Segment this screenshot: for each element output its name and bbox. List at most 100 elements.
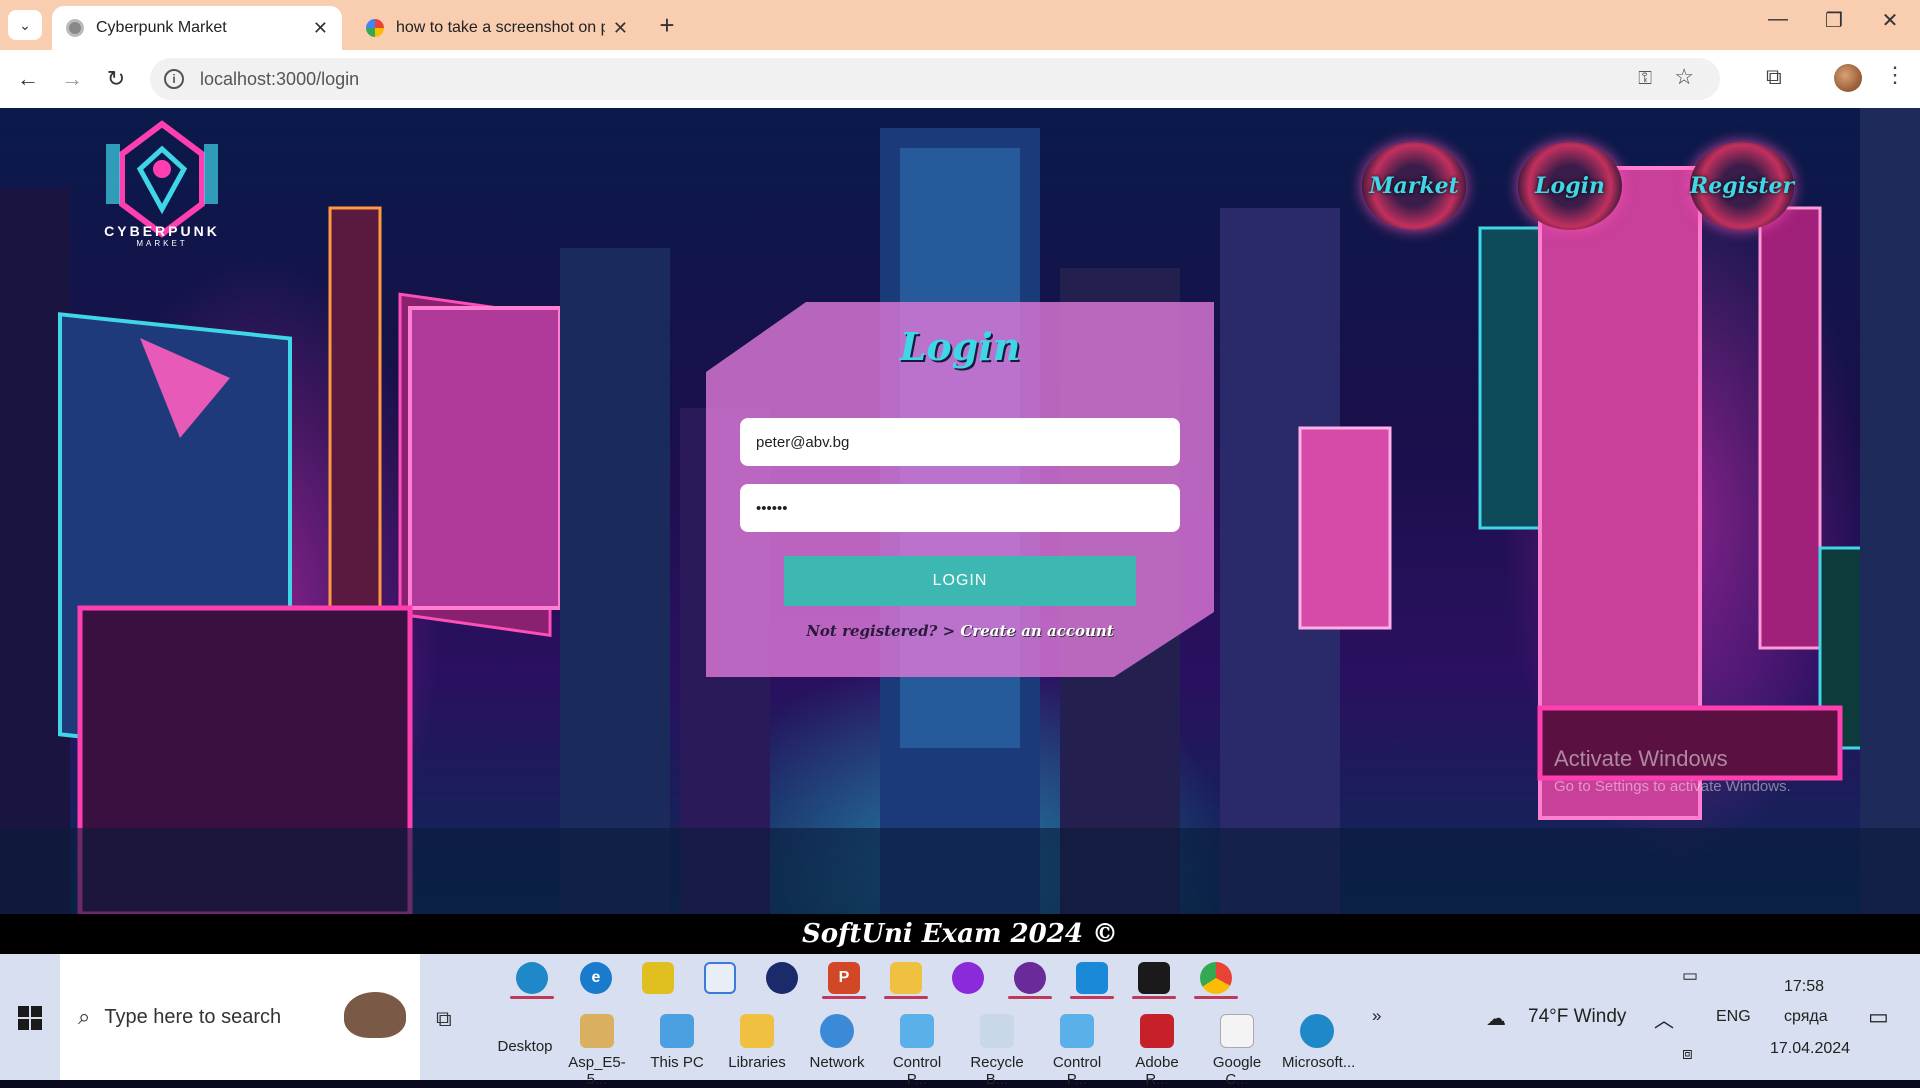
tab-screenshot-search[interactable]: how to take a screenshot on pc ✕ xyxy=(352,6,642,50)
computer-icon xyxy=(660,1014,694,1048)
globe-icon xyxy=(66,19,84,37)
nav-register-link[interactable]: Register xyxy=(1690,142,1794,230)
edge-icon xyxy=(1300,1014,1334,1048)
taskbar-search-box[interactable]: ⌕ Type here to search xyxy=(60,954,420,1080)
tab-title: how to take a screenshot on pc xyxy=(396,19,605,36)
adobe-reader-icon xyxy=(1140,1014,1174,1048)
clock-day[interactable]: сряда xyxy=(1784,1008,1828,1026)
close-tab-icon[interactable]: ✕ xyxy=(313,18,328,39)
terminal-icon[interactable] xyxy=(1138,962,1170,994)
task-view-icon[interactable]: ⧉ xyxy=(436,1006,452,1032)
close-tab-icon[interactable]: ✕ xyxy=(613,18,628,39)
running-indicator xyxy=(1132,996,1176,999)
reload-button[interactable]: ↻ xyxy=(100,63,132,95)
create-account-link[interactable]: Create an account xyxy=(960,622,1113,640)
password-field[interactable] xyxy=(740,484,1180,532)
clock-time[interactable]: 17:58 xyxy=(1784,978,1824,996)
email-field[interactable] xyxy=(740,418,1180,466)
bookmark-star-icon[interactable]: ☆ xyxy=(1674,64,1694,90)
windows-taskbar: ⌕ Type here to search ⧉ e P Desktop Asp_… xyxy=(0,954,1920,1088)
password-key-icon[interactable]: ⚿ xyxy=(1638,68,1652,89)
vscode-icon[interactable] xyxy=(1076,962,1108,994)
activate-windows-title: Activate Windows xyxy=(1554,746,1728,771)
activate-windows-subtitle: Go to Settings to activate Windows. xyxy=(1554,778,1791,795)
tab-cyberpunk-market[interactable]: Cyberpunk Market ✕ xyxy=(52,6,342,50)
restore-button[interactable]: ❐ xyxy=(1814,8,1854,33)
control-panel-icon xyxy=(900,1014,934,1048)
windows-start-icon[interactable] xyxy=(18,1006,42,1030)
network-icon xyxy=(820,1014,854,1048)
more-desktop-items-button[interactable]: » xyxy=(1372,1006,1381,1026)
chevron-up-icon[interactable]: ︿ xyxy=(1654,1004,1674,1033)
desktop-item-libraries[interactable]: Libraries xyxy=(722,1014,792,1071)
logo-subtitle: MARKET xyxy=(136,239,188,248)
running-indicator xyxy=(510,996,554,999)
control-panel-icon xyxy=(1060,1014,1094,1048)
desktop-item-asp[interactable]: Asp_E5-5... xyxy=(562,1014,632,1088)
running-indicator xyxy=(1070,996,1114,999)
compass-icon[interactable] xyxy=(766,962,798,994)
running-indicator xyxy=(1194,996,1238,999)
edge-dev-icon[interactable] xyxy=(516,962,548,994)
profile-avatar[interactable] xyxy=(1834,64,1862,92)
microsoft-store-icon[interactable] xyxy=(704,962,736,994)
desktop-item-network[interactable]: Network xyxy=(802,1014,872,1071)
page-viewport: CYBERPUNK MARKET Market Login Register L… xyxy=(0,108,1920,914)
recycle-bin-icon xyxy=(980,1014,1014,1048)
browser-toolbar: ← → ↻ i localhost:3000/login ⚿ ☆ ⧉ ⋮ xyxy=(0,50,1920,108)
running-indicator xyxy=(822,996,866,999)
chrome-icon[interactable] xyxy=(1200,962,1232,994)
login-form: Login LOGIN Not registered? > Create an … xyxy=(706,302,1214,677)
clock-date[interactable]: 17.04.2024 xyxy=(1770,1040,1850,1058)
desktop-item-adobe-reader[interactable]: Adobe R... xyxy=(1122,1014,1192,1088)
desktop-item-google-chrome[interactable]: Google C... xyxy=(1202,1014,1272,1088)
url-text: localhost:3000/login xyxy=(200,68,360,89)
weather-icon[interactable]: ☁ xyxy=(1486,1006,1506,1031)
nav-login-link[interactable]: Login xyxy=(1518,142,1622,230)
folder-icon xyxy=(580,1014,614,1048)
tablet-mode-icon[interactable]: ⧈ xyxy=(1682,1044,1693,1064)
login-button[interactable]: LOGIN xyxy=(784,556,1136,606)
visual-studio-icon[interactable] xyxy=(952,962,984,994)
desktop-toolbar-label[interactable]: Desktop xyxy=(490,1038,560,1055)
desktop-item-microsoft-edge[interactable]: Microsoft... xyxy=(1282,1014,1355,1071)
github-icon[interactable] xyxy=(1014,962,1046,994)
nav-market-link[interactable]: Market xyxy=(1362,142,1466,230)
desktop-item-recycle-bin[interactable]: Recycle B... xyxy=(962,1014,1032,1088)
running-indicator xyxy=(1008,996,1052,999)
browser-chrome: ⌄ Cyberpunk Market ✕ how to take a scree… xyxy=(0,0,1920,108)
battery-icon[interactable]: ▭ xyxy=(1682,966,1698,986)
minimize-button[interactable]: — xyxy=(1758,8,1798,31)
back-button[interactable]: ← xyxy=(12,63,44,95)
weather-text[interactable]: 74°F Windy xyxy=(1528,1006,1626,1028)
file-explorer-icon[interactable] xyxy=(890,962,922,994)
tab-search-button[interactable]: ⌄ xyxy=(8,10,42,40)
register-question: Not registered? xyxy=(806,622,938,640)
register-prompt: Not registered? > Create an account xyxy=(706,622,1214,640)
search-icon: ⌕ xyxy=(78,1004,91,1029)
desktop-item-this-pc[interactable]: This PC xyxy=(642,1014,712,1071)
running-indicator xyxy=(884,996,928,999)
search-highlight-image xyxy=(344,992,406,1038)
form-title: Login xyxy=(899,324,1021,369)
search-placeholder: Type here to search xyxy=(104,1005,282,1028)
internet-explorer-icon[interactable]: e xyxy=(580,962,612,994)
tab-title: Cyberpunk Market xyxy=(96,19,227,36)
register-arrow-icon: > xyxy=(942,622,956,640)
new-tab-button[interactable]: + xyxy=(652,10,682,41)
library-icon xyxy=(740,1014,774,1048)
google-icon xyxy=(366,19,384,37)
forward-button[interactable]: → xyxy=(56,63,88,95)
extensions-icon[interactable]: ⧉ xyxy=(1766,64,1782,90)
snipping-tool-icon[interactable] xyxy=(642,962,674,994)
address-bar[interactable]: i localhost:3000/login ⚿ ☆ xyxy=(150,58,1720,100)
desktop-item-control-panel-2[interactable]: Control P... xyxy=(1042,1014,1112,1088)
close-window-button[interactable]: ✕ xyxy=(1870,8,1910,33)
language-indicator[interactable]: ENG xyxy=(1716,1008,1751,1026)
notifications-icon[interactable]: ▭ xyxy=(1868,1004,1889,1030)
desktop-item-control-panel[interactable]: Control P... xyxy=(882,1014,952,1088)
site-info-icon[interactable]: i xyxy=(164,69,184,89)
kebab-menu-icon[interactable]: ⋮ xyxy=(1884,62,1906,88)
powerpoint-icon[interactable]: P xyxy=(828,962,860,994)
tab-strip: ⌄ Cyberpunk Market ✕ how to take a scree… xyxy=(0,0,1920,50)
